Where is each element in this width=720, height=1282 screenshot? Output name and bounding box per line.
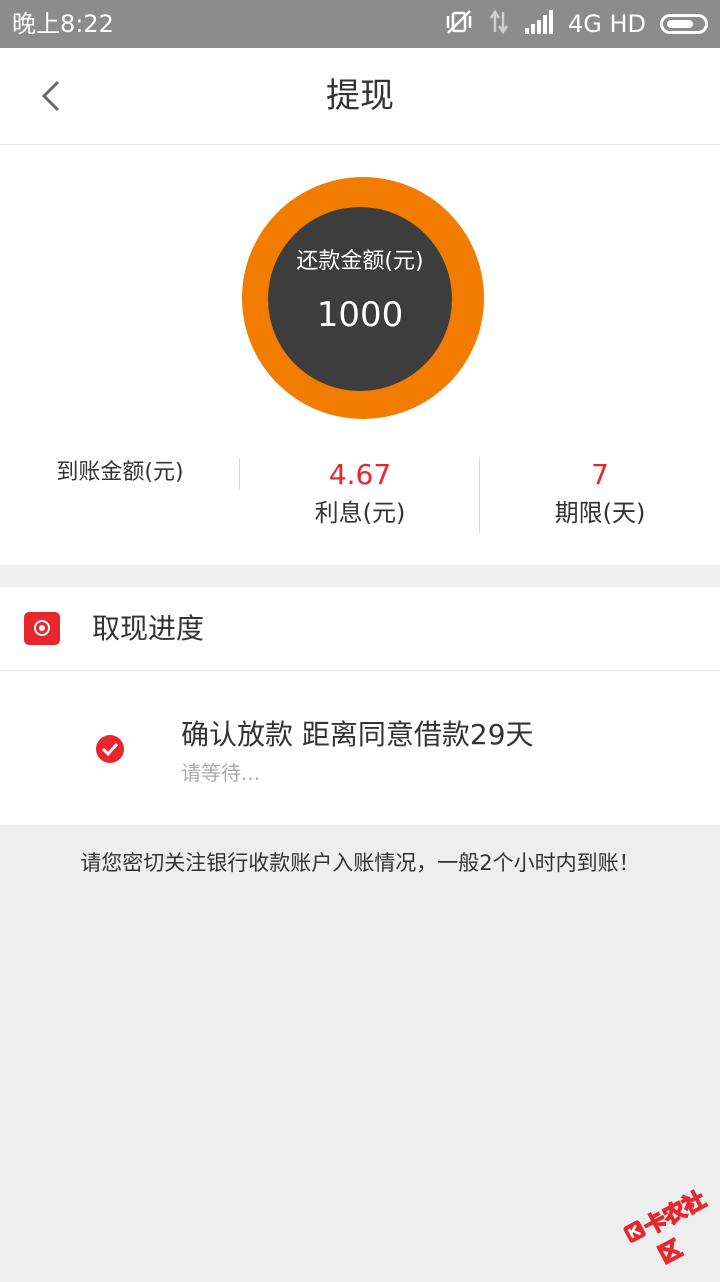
status-icons: 4G HD [444, 8, 708, 40]
step-title: 确认放款 距离同意借款29天 [181, 718, 534, 751]
nav-bar: 提现 [0, 48, 720, 145]
withdrawal-progress-section: 取现进度 确认放款 距离同意借款29天 请等待... [0, 587, 720, 825]
interest-label: 利息(元) [314, 499, 406, 527]
repayment-amount-ring: 还款金额(元) 1000 [242, 177, 484, 419]
watermark-logo: 卡农社区 [608, 1166, 720, 1270]
interest-value: 4.67 [328, 458, 392, 491]
repayment-amount-value: 1000 [316, 295, 404, 335]
term-value: 7 [591, 458, 609, 491]
progress-icon [24, 612, 60, 645]
network-type: 4G HD [567, 10, 646, 38]
chevron-left-icon [41, 80, 60, 112]
repayment-amount-label: 还款金额(元) [296, 249, 424, 274]
check-icon [96, 735, 124, 763]
watermark-text: 卡农社区 [639, 1187, 711, 1270]
repayment-amount-core: 还款金额(元) 1000 [268, 207, 452, 391]
status-time: 晚上8:22 [12, 10, 114, 38]
interest-stat: 4.67 利息(元) [240, 455, 480, 531]
back-button[interactable] [28, 72, 76, 120]
page-title: 提现 [326, 76, 394, 116]
arrival-amount-label: 到账金额(元) [56, 460, 184, 485]
battery-icon [660, 14, 708, 34]
step-status: 请等待... [181, 761, 261, 785]
term-stat: 7 期限(天) [480, 455, 720, 531]
arrival-notice: 请您密切关注银行收款账户入账情况，一般2个小时内到账！ [80, 851, 640, 875]
vibrate-off-icon [444, 7, 474, 41]
summary-section: 还款金额(元) 1000 到账金额(元) 4.67 利息(元) 7 期限(天) [0, 145, 720, 565]
signal-icon [524, 9, 554, 39]
term-label: 期限(天) [554, 499, 646, 527]
progress-header: 取现进度 [0, 587, 720, 671]
status-bar: 晚上8:22 4G HD [0, 0, 720, 48]
data-transfer-icon [488, 8, 510, 40]
progress-title: 取现进度 [92, 612, 205, 645]
